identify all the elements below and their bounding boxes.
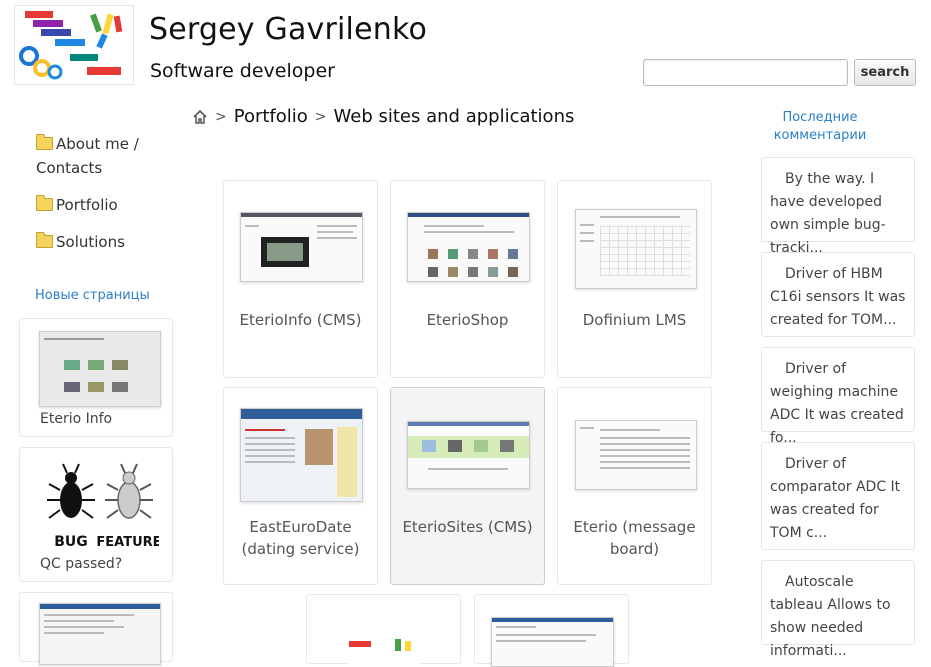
nav-item-about[interactable]: About me / Contacts [36,132,156,180]
breadcrumb-separator: > [215,108,227,125]
comment-item[interactable]: Autoscale tableau Allows to show needed … [761,560,915,659]
new-pages-heading: Новые страницы [35,288,150,303]
site-logo[interactable] [14,5,134,85]
project-thumbnail [240,408,363,502]
project-thumbnail [349,635,419,665]
comment-item[interactable]: Driver of comparator ADC It was created … [761,442,915,550]
project-thumbnail [240,212,363,282]
site-subtitle: Software developer [150,60,335,82]
nav-item-label: Portfolio [56,196,118,214]
project-label: EterioSites (CMS) [402,518,533,536]
project-thumbnail [407,421,530,489]
breadcrumb-portfolio[interactable]: Portfolio [234,106,308,127]
project-thumbnail [575,420,697,490]
home-icon[interactable] [192,109,208,125]
project-label: Eterio (message board) [573,518,696,558]
page-thumbnail [39,603,161,665]
project-thumbnail [491,617,614,667]
breadcrumb-separator: > [314,108,327,125]
comment-item[interactable]: Driver of HBM C16i sensors It was create… [761,252,915,337]
new-page-card[interactable]: Eterio Info [19,318,173,437]
bug-caption: BUG [54,534,88,550]
project-card[interactable]: EterioShop [390,180,545,378]
new-page-card[interactable]: BUG FEATURE QC passed? [19,447,173,582]
feature-caption: FEATURE [96,535,159,550]
project-card[interactable]: EastEuroDate (dating service) [223,387,378,585]
page-thumbnail [39,331,161,407]
project-label: EterioInfo (CMS) [239,311,362,329]
folder-icon [36,134,53,150]
logo-image [19,11,123,80]
new-page-label: Eterio Info [40,411,113,427]
breadcrumb-current: Web sites and applications [333,106,575,127]
project-thumbnail [575,209,697,289]
project-card[interactable] [474,594,629,667]
comment-item[interactable]: By the way. I have developed own simple … [761,157,915,256]
nav-item-portfolio[interactable]: Portfolio [36,193,118,217]
project-card[interactable]: Eterio (message board) [557,387,712,585]
comment-item[interactable]: Driver of weighing machine ADC It was cr… [761,347,915,446]
recent-comments-heading: Последние комментарии [773,110,867,143]
new-page-label: QC passed? [40,556,123,572]
project-label: EterioShop [426,311,509,329]
project-thumbnail [407,212,530,282]
new-page-card[interactable] [19,592,173,665]
folder-icon [36,195,53,211]
search-input[interactable] [643,59,848,86]
project-card[interactable] [306,594,461,665]
project-card[interactable]: EterioInfo (CMS) [223,180,378,378]
project-card[interactable]: Dofinium LMS [557,180,712,378]
search-button[interactable]: search [854,59,916,86]
bug-feature-image: BUG FEATURE [39,460,159,550]
project-label: EastEuroDate (dating service) [241,518,360,558]
breadcrumb: > Portfolio > Web sites and applications [192,106,574,127]
project-card[interactable]: EterioSites (CMS) [390,387,545,585]
site-title: Sergey Gavrilenko [149,12,428,47]
nav-item-solutions[interactable]: Solutions [36,230,125,254]
project-label: Dofinium LMS [582,311,687,329]
folder-icon [36,232,53,248]
nav-item-label: Solutions [56,233,125,251]
